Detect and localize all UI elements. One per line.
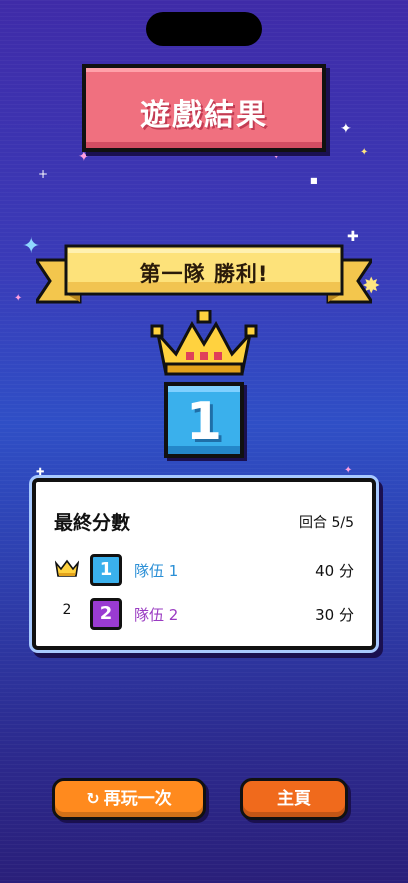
sparkle-icon: ✦: [344, 465, 353, 476]
team-badge: 1: [90, 554, 122, 586]
home-label: 主頁: [277, 789, 311, 809]
title-panel: 遊戲結果: [82, 64, 326, 152]
scoreboard-card: 最終分數 回合 5/5 1 隊伍 1 40 分 2 2 隊伍 2 30 分: [32, 478, 376, 650]
winner-rank-number: 1: [185, 392, 223, 452]
team-badge: 2: [90, 598, 122, 630]
sparkle-icon: ✦: [360, 147, 369, 158]
score-row: 2 2 隊伍 2 30 分: [54, 598, 354, 630]
rank-number: 2: [62, 602, 72, 618]
sparkle-icon: ✦: [272, 151, 281, 162]
team-name: 隊伍 2: [134, 606, 179, 624]
play-again-label: 再玩一次: [103, 789, 172, 809]
replay-icon: ↻: [86, 789, 100, 808]
team-score: 40 分: [315, 562, 354, 580]
score-row: 1 隊伍 1 40 分: [54, 554, 354, 586]
play-again-button[interactable]: ↻ 再玩一次: [52, 778, 206, 820]
sparkle-icon: ■: [310, 176, 318, 185]
sparkle-icon: ✦: [78, 149, 90, 165]
page-title: 遊戲結果: [140, 98, 268, 133]
round-indicator: 回合 5/5: [299, 515, 354, 531]
winner-ribbon: 第一隊 勝利!: [36, 240, 372, 310]
scoreboard-title: 最終分數: [54, 512, 131, 534]
device-notch: [146, 12, 262, 46]
crown-icon: [54, 558, 80, 582]
winner-rank-badge: 1: [164, 382, 244, 458]
sparkle-icon: ✦: [340, 121, 352, 137]
team-name: 隊伍 1: [134, 562, 179, 580]
home-button[interactable]: 主頁: [240, 778, 348, 820]
winner-text: 第一隊 勝利!: [139, 262, 269, 286]
sparkle-icon: ✦: [14, 293, 23, 304]
crown-icon: [150, 310, 258, 376]
sparkle-icon: +: [38, 167, 49, 181]
team-score: 30 分: [315, 606, 354, 624]
